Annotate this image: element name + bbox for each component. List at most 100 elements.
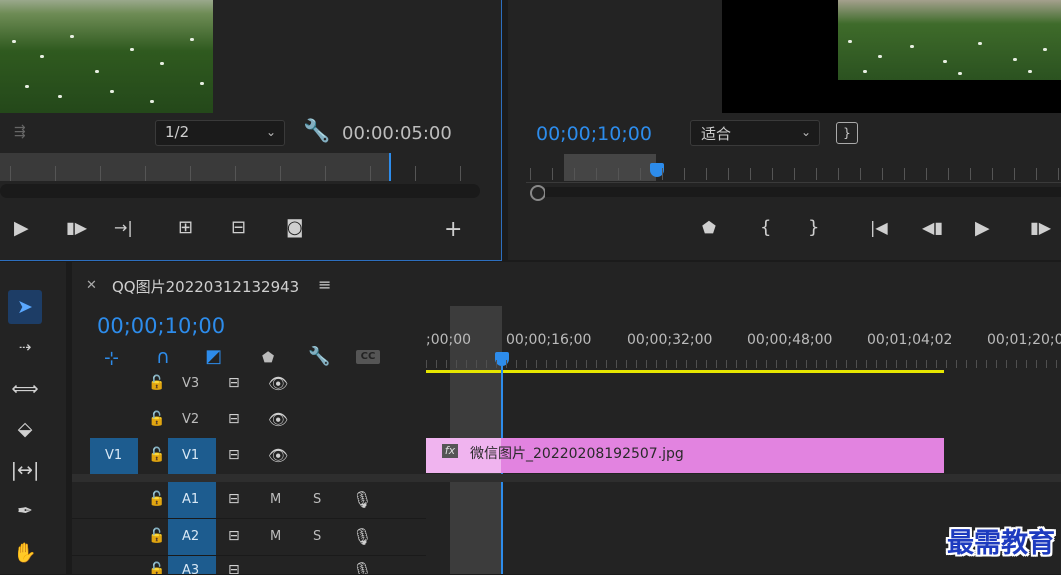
program-timecode[interactable]: 00;00;10;00 xyxy=(536,123,652,145)
panel-menu-icon[interactable]: ≡ xyxy=(318,275,331,294)
ruler-tick xyxy=(460,166,461,181)
wrench-icon[interactable]: 🔧 xyxy=(308,346,330,367)
add-marker-icon[interactable]: ⬟ xyxy=(262,350,274,366)
ruler-tick xyxy=(486,360,487,368)
solo-button[interactable]: S xyxy=(313,529,321,544)
ruler-tick xyxy=(235,166,236,181)
ruler-tick xyxy=(772,168,773,180)
source-patch-v1[interactable]: V1 xyxy=(90,438,138,474)
video-clip[interactable]: fx 微信图片_20220208192507.jpg xyxy=(426,438,944,473)
lock-icon[interactable]: 🔓 xyxy=(148,562,165,574)
eye-icon[interactable]: 👁 xyxy=(268,446,288,465)
ruler-tick xyxy=(506,360,507,368)
track-target-a1[interactable]: A1 xyxy=(168,482,216,518)
lock-icon[interactable]: 🔓 xyxy=(148,447,165,463)
track-target-a3[interactable]: A3 xyxy=(168,556,216,574)
track-select-icon[interactable]: ⇢ xyxy=(8,330,42,364)
ruler-tick xyxy=(826,360,827,368)
timeline-timecode[interactable]: 00;00;10;00 xyxy=(97,314,225,338)
microphone-icon[interactable]: 🎙 xyxy=(352,490,372,509)
captions-icon[interactable]: CC xyxy=(356,350,380,364)
ruler-tick xyxy=(100,166,101,181)
insert-arrows-icon[interactable]: ⇶ xyxy=(14,124,26,140)
ruler-tick xyxy=(726,360,727,368)
zoom-scroll-handle[interactable] xyxy=(530,185,546,201)
source-scrollbar[interactable] xyxy=(0,184,480,198)
ruler-tick xyxy=(426,360,427,368)
sync-lock-icon[interactable]: ⊟ xyxy=(228,411,240,427)
ruler-tick xyxy=(736,360,737,368)
work-area-bar[interactable] xyxy=(426,370,944,373)
ruler-tick xyxy=(696,360,697,368)
ruler-tick xyxy=(596,360,597,368)
play-icon[interactable]: ▶ xyxy=(975,219,990,238)
settings-bracket-icon[interactable]: } xyxy=(836,122,858,144)
sequence-tab[interactable]: QQ图片20220312132943 xyxy=(112,276,299,297)
mute-button[interactable]: M xyxy=(270,529,281,544)
sync-lock-icon[interactable]: ⊟ xyxy=(228,562,240,574)
lock-icon[interactable]: 🔓 xyxy=(148,375,165,391)
track-header-v2: 🔓 V2 ⊟ 👁 xyxy=(72,402,426,439)
microphone-icon[interactable]: 🎙 xyxy=(352,561,372,574)
track-target-a2[interactable]: A2 xyxy=(168,519,216,555)
ruler-tick xyxy=(526,360,527,368)
fx-badge[interactable]: fx xyxy=(442,444,458,458)
track-header-v3: 🔓 V3 ⊟ 👁 xyxy=(72,366,426,403)
resolution-dropdown[interactable]: 1/2 ⌄ xyxy=(155,120,285,146)
sync-lock-icon[interactable]: ⊟ xyxy=(228,447,240,463)
add-marker-icon[interactable]: ⬟ xyxy=(702,220,716,236)
sync-lock-icon[interactable]: ⊟ xyxy=(228,528,240,544)
ruler-tick xyxy=(552,168,553,180)
hand-icon[interactable]: ✋ xyxy=(8,536,42,570)
lock-icon[interactable]: 🔓 xyxy=(148,528,165,544)
go-to-in-icon[interactable]: |◀ xyxy=(870,220,888,236)
solo-button[interactable]: S xyxy=(313,492,321,507)
track-target-v1[interactable]: V1 xyxy=(168,438,216,474)
ruler-tick xyxy=(684,168,685,180)
insert-icon[interactable]: ⊞ xyxy=(178,219,193,237)
razor-icon[interactable]: ⬙ xyxy=(8,412,42,446)
track-name[interactable]: V3 xyxy=(182,376,199,391)
step-back-icon[interactable]: ◀▮ xyxy=(922,220,943,236)
add-button-icon[interactable]: + xyxy=(444,219,462,241)
video-audio-divider[interactable] xyxy=(72,474,1061,482)
source-ruler[interactable] xyxy=(0,153,390,181)
slip-icon[interactable]: |↔| xyxy=(8,453,42,487)
go-to-out-icon[interactable]: →| xyxy=(114,220,133,236)
ruler-tick xyxy=(640,168,641,180)
ruler-tick xyxy=(996,360,997,368)
step-forward-icon[interactable]: ▮▶ xyxy=(1030,220,1051,236)
program-scrollbar[interactable] xyxy=(545,187,1061,197)
ruler-tick xyxy=(882,168,883,180)
mute-button[interactable]: M xyxy=(270,492,281,507)
lock-icon[interactable]: 🔓 xyxy=(148,411,165,427)
play-icon[interactable]: ▶ xyxy=(14,219,29,238)
eye-icon[interactable]: 👁 xyxy=(268,410,288,429)
ruler-tick xyxy=(10,166,11,181)
ruler-tick xyxy=(728,168,729,180)
ruler-tick xyxy=(546,360,547,368)
eye-icon[interactable]: 👁 xyxy=(268,374,288,393)
pen-icon[interactable]: ✒ xyxy=(8,494,42,528)
ruler-tick xyxy=(706,360,707,368)
ripple-edit-icon[interactable]: ⟺ xyxy=(8,372,42,406)
step-forward-icon[interactable]: ▮▶ xyxy=(66,220,87,236)
selection-tool-icon[interactable]: ➤ xyxy=(8,290,42,324)
overwrite-icon[interactable]: ⊟ xyxy=(231,219,246,237)
linked-selection-icon[interactable]: ◩ xyxy=(205,346,222,367)
wrench-icon[interactable]: 🔧 xyxy=(303,119,330,144)
ruler-tick xyxy=(896,360,897,368)
mark-in-icon[interactable]: { xyxy=(760,219,771,237)
close-icon[interactable]: ✕ xyxy=(86,278,97,293)
sync-lock-icon[interactable]: ⊟ xyxy=(228,491,240,507)
program-inout-range xyxy=(564,154,656,181)
fit-dropdown[interactable]: 适合 ⌄ xyxy=(690,120,820,146)
snap-magnet-icon[interactable]: ∩ xyxy=(156,346,170,368)
track-name[interactable]: V2 xyxy=(182,412,199,427)
mark-out-icon[interactable]: } xyxy=(808,219,819,237)
ruler-tick xyxy=(616,360,617,368)
camera-icon[interactable]: ◙ xyxy=(286,219,303,237)
lock-icon[interactable]: 🔓 xyxy=(148,491,165,507)
microphone-icon[interactable]: 🎙 xyxy=(352,527,372,546)
sync-lock-icon[interactable]: ⊟ xyxy=(228,375,240,391)
